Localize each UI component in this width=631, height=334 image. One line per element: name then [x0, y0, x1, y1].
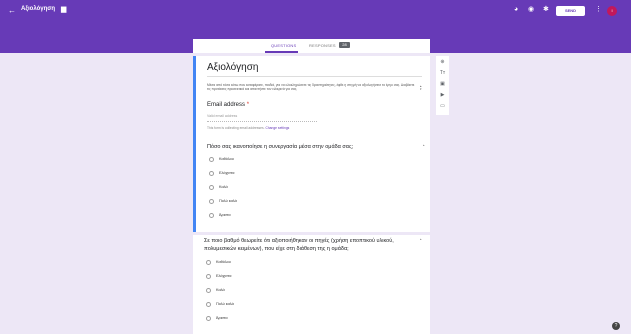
form-title-header[interactable]: Αξιολόγηση	[21, 6, 55, 12]
drag-handle-icon[interactable]: ▴	[420, 237, 422, 241]
tab-responses[interactable]: RESPONSES	[309, 43, 336, 48]
radio-icon[interactable]	[209, 185, 214, 190]
option-label: Πολύ καλά	[216, 302, 234, 306]
title-underline	[207, 76, 422, 77]
radio-icon[interactable]	[209, 199, 214, 204]
radio-icon[interactable]	[209, 213, 214, 218]
add-image-icon[interactable]: ▣	[436, 81, 449, 87]
question-1-text[interactable]: Πόσο σας ικανοποίησε η συνεργασία μέσα σ…	[207, 143, 353, 151]
help-icon[interactable]: ?	[612, 322, 620, 330]
radio-icon[interactable]	[209, 157, 214, 162]
radio-icon[interactable]	[206, 316, 211, 321]
form-title[interactable]: Αξιολόγηση	[207, 62, 258, 73]
email-field: Valid email address	[207, 114, 317, 122]
floating-toolbar: ⊕ Tт ▣ ▶ ▭	[436, 56, 449, 115]
required-marker: *	[246, 102, 250, 108]
add-section-icon[interactable]: ▭	[436, 103, 449, 109]
change-settings-link[interactable]: Change settings	[265, 126, 289, 130]
option-label: Άριστα	[216, 316, 228, 320]
send-button[interactable]: SEND	[556, 6, 585, 16]
drag-handle-icon[interactable]: ▴	[423, 143, 425, 147]
question-2-text[interactable]: Σε ποιο βαθμό θεωρείτε ότι αξιοποιήθηκαν…	[204, 237, 419, 253]
add-video-icon[interactable]: ▶	[436, 92, 449, 98]
form-description[interactable]: Μέσα από τόσα κάτω που καταφέρατε, παιδι…	[207, 83, 416, 91]
arrow-back-icon[interactable]: ←	[8, 6, 16, 16]
active-tab-indicator	[265, 51, 298, 53]
option-label: Καθόλου	[219, 157, 234, 161]
tab-bar: QUESTIONS RESPONSES 28	[193, 39, 430, 53]
question-card[interactable]: ▴ Σε ποιο βαθμό θεωρείτε ότι αξιοποιήθηκ…	[193, 235, 430, 334]
more-vert-icon[interactable]: ⋮	[595, 5, 602, 15]
form-card[interactable]: Αξιολόγηση Μέσα από τόσα κάτω που καταφέ…	[193, 56, 430, 232]
folder-icon[interactable]: ▆	[61, 5, 66, 15]
option-label: Πολύ καλά	[219, 199, 237, 203]
option-label: Καθόλου	[216, 260, 231, 264]
eye-icon[interactable]: ◉	[528, 5, 534, 15]
tab-questions[interactable]: QUESTIONS	[271, 43, 296, 48]
add-title-icon[interactable]: Tт	[436, 70, 449, 76]
email-note: This form is collecting email addresses.…	[207, 126, 289, 130]
radio-icon[interactable]	[206, 288, 211, 293]
radio-icon[interactable]	[206, 274, 211, 279]
palette-icon[interactable]: ◕	[514, 5, 518, 15]
option-label: Καλά	[219, 185, 228, 189]
radio-icon[interactable]	[206, 302, 211, 307]
responses-count-badge: 28	[339, 42, 350, 48]
email-note-text: This form is collecting email addresses.	[207, 126, 265, 130]
option-label: Ελάχιστα	[216, 274, 232, 278]
email-question-label: Email address *	[207, 102, 249, 108]
email-label-text: Email address	[207, 102, 246, 108]
option-label: Καλά	[216, 288, 225, 292]
radio-icon[interactable]	[209, 171, 214, 176]
radio-icon[interactable]	[206, 260, 211, 265]
option-label: Ελάχιστα	[219, 171, 235, 175]
gear-icon[interactable]: ✱	[543, 5, 549, 15]
description-scroll-icon[interactable]: ▴ ▾	[420, 85, 422, 91]
option-label: Άριστα	[219, 213, 231, 217]
add-question-icon[interactable]: ⊕	[436, 59, 449, 65]
avatar[interactable]: Ι	[607, 6, 617, 16]
